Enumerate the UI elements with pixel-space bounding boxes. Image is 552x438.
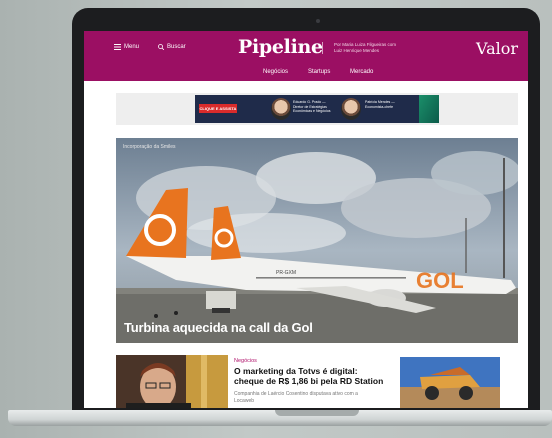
hero-story[interactable]: GOL PR-GXM Incorporação da Smiles Turbin… (116, 138, 518, 343)
story-thumbnail[interactable] (116, 355, 228, 408)
site-logo[interactable]: Pipeline (238, 36, 323, 58)
ad-banner[interactable]: CLIQUE E ASSISTA Eduardo G. Prado — Dire… (195, 95, 439, 123)
column-byline: Por Maria Luiza Filgueiras com Luiz Henr… (334, 42, 397, 53)
story-headline[interactable]: O marketing da Totvs é digital: cheque d… (234, 366, 384, 386)
ad-speaker-photo (341, 98, 361, 120)
ad-accent-stripe (419, 95, 439, 123)
story-summary: Companhia de Laércio Cosentino disputava… (234, 391, 358, 404)
laptop-notch (275, 410, 359, 416)
publisher-logo[interactable]: Valor (476, 39, 518, 58)
hero-headline[interactable]: Turbina aquecida na call da Gol (124, 320, 313, 335)
menu-button[interactable]: Menu (114, 44, 139, 50)
story-kicker: Negócios (234, 358, 257, 364)
webcam-icon (316, 19, 320, 23)
hamburger-icon (114, 44, 121, 50)
search-button[interactable]: Buscar (158, 44, 186, 50)
header-divider (322, 42, 323, 54)
site-header: Menu Buscar Pipeline Por Maria Luiza Fil… (84, 31, 528, 65)
search-icon (158, 44, 164, 50)
ad-cta-button[interactable]: CLIQUE E ASSISTA (199, 104, 237, 113)
search-label: Buscar (167, 44, 186, 50)
ad-speaker-text: Eduardo G. Prado — Diretor de Estratégia… (293, 100, 331, 113)
ad-speaker-text: Patrícia Mendes — Economista-chefe (365, 100, 395, 109)
ad-speaker-photo (271, 98, 291, 120)
portrait-photo (116, 355, 228, 408)
aircraft-tail-code: PR-GXM (276, 270, 296, 276)
nav-item-negocios[interactable]: Negócios (263, 69, 288, 75)
nav-item-startups[interactable]: Startups (308, 69, 330, 75)
mining-truck-photo (400, 357, 500, 408)
section-nav: Negócios Startups Mercado (84, 65, 528, 81)
hero-photo: GOL PR-GXM (116, 138, 518, 343)
hero-kicker: Incorporação da Smiles (123, 144, 176, 150)
browser-screen: Menu Buscar Pipeline Por Maria Luiza Fil… (84, 31, 528, 408)
menu-label: Menu (124, 44, 140, 50)
ad-slot: CLIQUE E ASSISTA Eduardo G. Prado — Dire… (116, 93, 518, 125)
aircraft-branding: GOL (416, 268, 464, 293)
nav-item-mercado[interactable]: Mercado (350, 69, 373, 75)
story-thumbnail[interactable] (400, 357, 500, 408)
